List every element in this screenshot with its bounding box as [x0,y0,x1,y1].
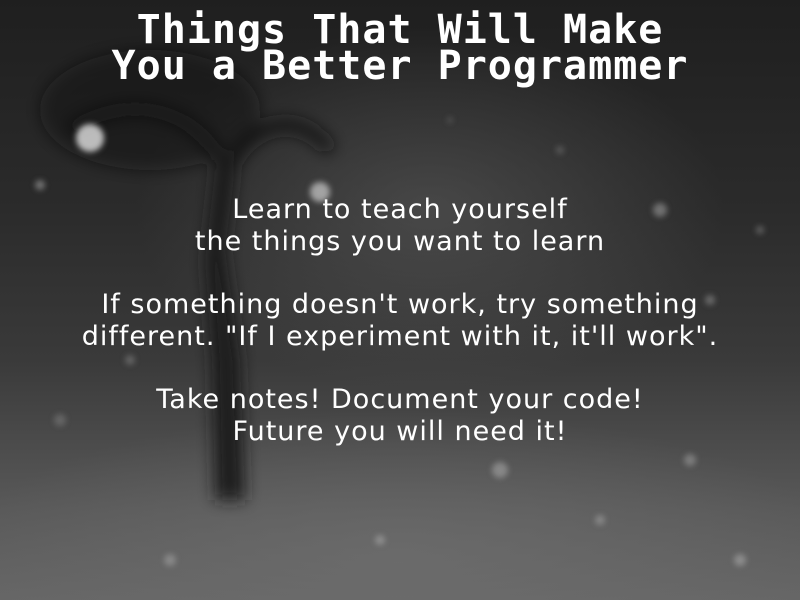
slide-title-line-2: You a Better Programmer [111,43,689,89]
tip-line: Future you will need it! [232,416,568,447]
tips-list: Learn to teach yourself the things you w… [0,194,800,479]
tip-take-notes: Take notes! Document your code! Future y… [0,384,800,448]
tip-line: the things you want to learn [194,226,606,257]
tip-line: different. "If I experiment with it, it'… [81,321,719,352]
slide-title: Things That Will Make You a Better Progr… [0,10,800,89]
tip-line: Learn to teach yourself [232,194,568,225]
tip-teach-yourself: Learn to teach yourself the things you w… [0,194,800,258]
slide: Things That Will Make You a Better Progr… [0,0,800,600]
tip-line: Take notes! Document your code! [156,384,644,415]
tip-experiment: If something doesn't work, try something… [0,289,800,353]
tip-line: If something doesn't work, try something [101,289,699,320]
